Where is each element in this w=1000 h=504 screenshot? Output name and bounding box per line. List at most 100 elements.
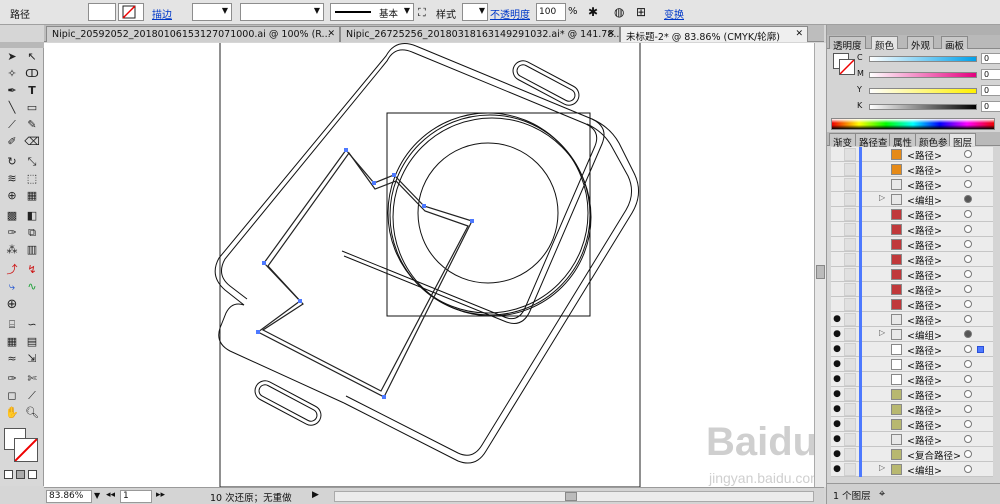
scroll-thumb[interactable] [565,492,577,501]
panel-grip[interactable] [827,25,1000,35]
visibility-eye-icon[interactable]: ● [831,343,843,356]
wave-icon[interactable]: ∽ [23,318,41,332]
lock-toggle[interactable] [844,148,856,161]
black-gradient[interactable] [869,104,977,110]
opacity-link[interactable]: 不透明度 [490,6,530,21]
visibility-eye-icon[interactable]: ● [831,463,843,476]
layer-row[interactable]: ● <路径> [831,312,993,327]
selection-tool-icon[interactable]: ➤ [3,50,21,64]
tab-artboards[interactable]: 画板 [941,36,969,52]
doc-tab-1[interactable]: Nipic_20592052_20180106153127071000.ai @… [46,26,340,42]
horizontal-scrollbar[interactable] [334,491,814,502]
first-page-icon[interactable]: ◂◂ [106,490,115,500]
gradient-tool-icon[interactable]: ◧ [23,209,41,223]
shape-icon[interactable]: ◻ [3,389,21,403]
lock-toggle[interactable] [844,193,856,206]
target-circle-icon[interactable] [964,285,972,293]
layer-row[interactable]: <路径> [831,252,993,267]
lock-toggle[interactable] [844,223,856,236]
crosshair-icon[interactable]: ⊕ [3,298,21,312]
zoom-tool-icon[interactable]: 🔍︎ [23,406,41,420]
lock-toggle[interactable] [844,448,856,461]
lock-toggle[interactable] [844,433,856,446]
lasso-icon[interactable]: ↀ [23,67,41,81]
visibility-eye-icon[interactable] [831,238,843,251]
layer-row[interactable]: ▷ <编组> [831,192,993,207]
tab-layers[interactable]: 图层 [949,133,977,149]
visibility-eye-icon[interactable]: ● [831,448,843,461]
width-tool-icon[interactable]: ⤷ [3,280,21,294]
visibility-eye-icon[interactable]: ● [831,433,843,446]
recolor-icon[interactable]: ✱ [588,5,598,19]
pen-tool-icon[interactable]: ✒ [3,84,21,98]
eyedropper-icon[interactable]: ✑ [3,226,21,240]
eraser-icon[interactable]: ⌫ [23,135,41,149]
visibility-eye-icon[interactable] [831,283,843,296]
lock-toggle[interactable] [844,178,856,191]
visibility-eye-icon[interactable] [831,178,843,191]
mesh-tool-icon[interactable]: ▩ [3,209,21,223]
color-spectrum[interactable] [831,118,995,130]
measure-icon[interactable]: ✄ [23,372,41,386]
visibility-eye-icon[interactable] [831,208,843,221]
lock-toggle[interactable] [844,403,856,416]
expand-arrow-icon[interactable]: ▷ [879,463,885,472]
target-circle-icon[interactable] [964,225,972,233]
reset-icon[interactable]: ⛶ [418,6,426,20]
opacity-input[interactable]: 100 [536,3,566,21]
visibility-eye-icon[interactable] [831,193,843,206]
target-circle-icon[interactable] [964,345,972,353]
grid-icon[interactable]: ▦ [3,335,21,349]
target-circle-icon[interactable] [964,300,972,308]
wrinkle-icon[interactable]: ≈ [3,352,21,366]
lock-toggle[interactable] [844,298,856,311]
visibility-eye-icon[interactable] [831,253,843,266]
target-circle-icon[interactable] [964,270,972,278]
blob-brush-icon[interactable]: ✐ [3,135,21,149]
tab-color[interactable]: 颜色 [871,36,899,52]
layer-row[interactable]: <路径> [831,162,993,177]
fill-swatch[interactable] [88,3,116,21]
variable-width-select[interactable]: ▼ [240,3,324,21]
envelope-icon[interactable]: ⌸ [3,318,21,332]
lock-toggle[interactable] [844,163,856,176]
panel-stroke-swatch[interactable] [839,59,855,75]
stroke-color-box[interactable] [14,438,38,462]
artboard-tool-icon[interactable]: ⤴ [3,263,21,277]
layer-row[interactable]: ● <路径> [831,402,993,417]
magenta-value[interactable]: 0 [981,69,1000,80]
lock-toggle[interactable] [844,313,856,326]
layer-row[interactable]: <路径> [831,267,993,282]
layer-row[interactable]: <路径> [831,222,993,237]
visibility-eye-icon[interactable]: ● [831,328,843,341]
target-circle-icon[interactable] [964,150,972,158]
gradient-mode-icon[interactable] [16,470,25,479]
visibility-eye-icon[interactable]: ● [831,403,843,416]
layer-row[interactable]: <路径> [831,147,993,162]
free-transform-icon[interactable]: ⬚ [23,172,41,186]
lock-toggle[interactable] [844,388,856,401]
target-circle-icon[interactable] [964,180,972,188]
blend-tool-icon[interactable]: ⧉ [23,226,41,240]
layer-row[interactable]: ● ▷ <编组> [831,327,993,342]
locate-object-icon[interactable]: ⌖ [879,487,885,501]
transform-link[interactable]: 变换 [664,6,684,21]
cyan-slider[interactable]: C0 [857,53,1000,65]
target-circle-icon[interactable] [964,420,972,428]
brush-definition-select[interactable]: 基本 ▼ [330,3,414,21]
layer-row[interactable]: ● <路径> [831,342,993,357]
tab-appearance[interactable]: 外观 [907,36,935,52]
status-menu-icon[interactable]: ▶ [312,490,319,500]
doc-tab-3[interactable]: 未标题-2* @ 83.86% (CMYK/轮廓) ✕ [620,26,808,42]
artwork-outline[interactable]: Baidu 经验 jingyan.baidu.com [44,40,908,488]
none-mode-icon[interactable] [28,470,37,479]
eyedropper-2-icon[interactable]: ✑ [3,372,21,386]
warp-tool-icon[interactable]: ≋ [3,172,21,186]
lock-toggle[interactable] [844,268,856,281]
pencil-icon[interactable]: ✎ [23,118,41,132]
canvas-area[interactable]: Baidu 经验 jingyan.baidu.com [44,40,908,488]
lock-toggle[interactable] [844,358,856,371]
last-page-icon[interactable]: ▸▸ [156,490,165,500]
layer-row[interactable]: ● <复合路径> [831,447,993,462]
target-circle-icon[interactable] [964,210,972,218]
